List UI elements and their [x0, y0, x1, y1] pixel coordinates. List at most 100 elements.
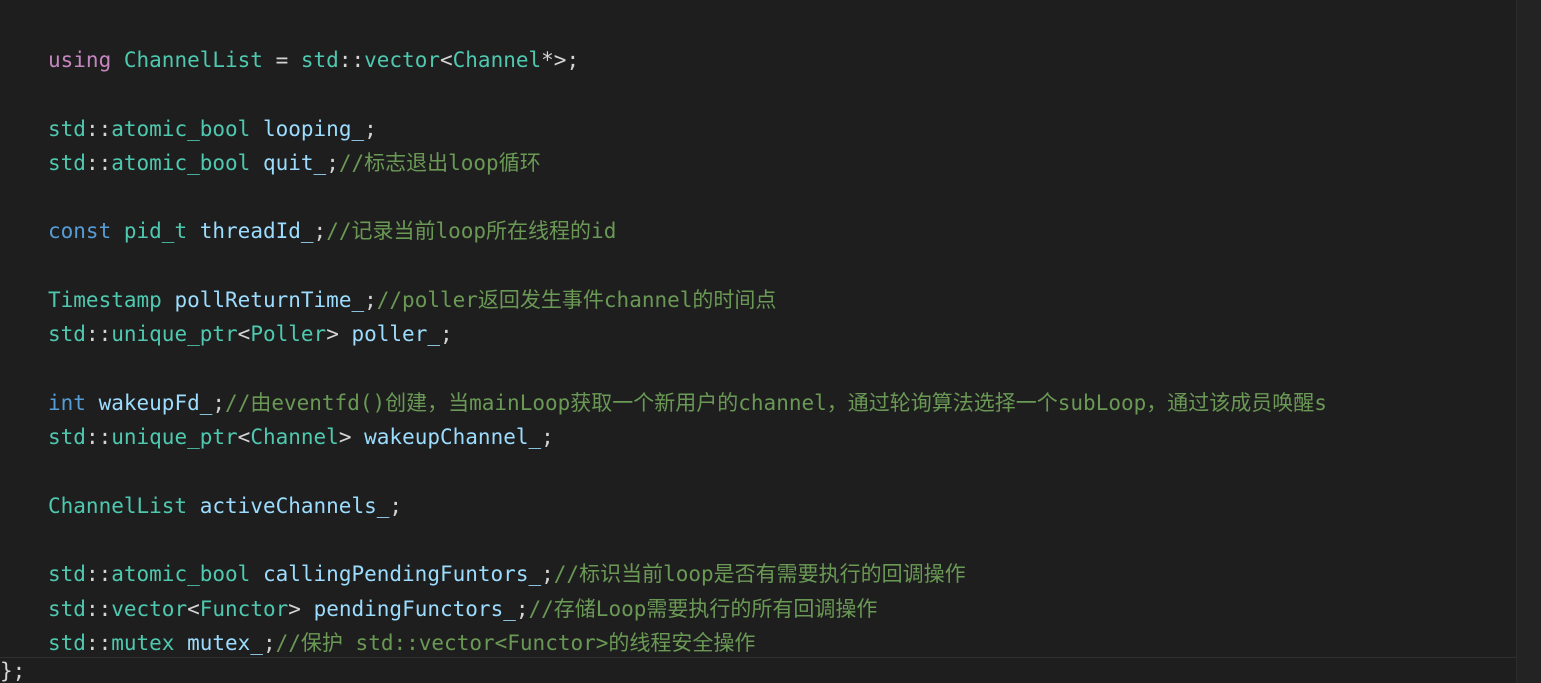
code-token: :: [85, 562, 112, 587]
code-line[interactable] [48, 77, 1517, 111]
code-token: std [48, 562, 86, 587]
current-line-highlight [0, 657, 1517, 658]
code-token: ; [326, 150, 339, 175]
code-token: ; [262, 631, 276, 656]
code-line[interactable] [48, 352, 1517, 386]
code-line[interactable]: const pid_t threadId_;//记录当前loop所在线程的id [48, 214, 1517, 248]
code-token: ; [313, 219, 327, 244]
code-line[interactable] [48, 249, 1517, 283]
code-line[interactable] [48, 180, 1517, 214]
code-token: quit_ [262, 150, 327, 175]
code-token: const [48, 219, 112, 244]
code-token: atomic_bool [111, 562, 251, 587]
code-token: *>; [541, 48, 580, 72]
code-token: std [48, 425, 86, 450]
comment-token: //poller返回发生事件channel的时间点 [376, 288, 777, 313]
code-token: ; [212, 390, 226, 415]
code-line[interactable]: std::atomic_bool quit_;//标志退出loop循环 [48, 146, 1517, 180]
code-token: pendingFunctors_ [313, 596, 516, 621]
comment-token: //标志退出loop循环 [338, 150, 541, 175]
code-token: < [439, 48, 453, 72]
code-token: poller_ [351, 322, 440, 347]
code-token: callingPendingFuntors_ [262, 562, 542, 587]
vertical-scrollbar[interactable] [1516, 0, 1541, 683]
code-token: Channel [452, 48, 542, 72]
code-token: ; [364, 288, 377, 313]
code-token: > [288, 596, 314, 621]
code-editor[interactable]: using ChannelList = std::vector<Channel*… [0, 0, 1541, 683]
code-token: > [326, 322, 352, 347]
code-token: unique_ptr [111, 425, 238, 450]
code-lines[interactable]: using ChannelList = std::vector<Channel*… [48, 43, 1517, 660]
code-line[interactable]: ChannelList activeChannels_; [48, 489, 1517, 523]
code-token: mutex [111, 631, 175, 656]
code-token: < [187, 596, 200, 621]
code-line[interactable]: std::mutex mutex_;//保护 std::vector<Funct… [48, 626, 1517, 660]
code-token: std [48, 631, 86, 656]
code-token: Channel [250, 425, 339, 450]
code-line[interactable]: std::atomic_bool callingPendingFuntors_;… [48, 557, 1517, 591]
code-token: unique_ptr [111, 322, 238, 347]
code-token: :: [85, 631, 112, 656]
code-token: vector [364, 48, 440, 72]
code-line[interactable]: Timestamp pollReturnTime_;//poller返回发生事件… [48, 283, 1517, 317]
code-token: ; [515, 596, 529, 621]
code-line[interactable]: std::unique_ptr<Channel> wakeupChannel_; [48, 420, 1517, 454]
code-line[interactable]: std::atomic_bool looping_; [48, 112, 1517, 146]
comment-token: //保护 std::vector<Functor>的线程安全操作 [275, 631, 756, 656]
code-token: < [237, 425, 251, 450]
code-token: ; [364, 116, 377, 141]
code-token: wakeupFd_ [98, 390, 213, 415]
code-token: atomic_bool [111, 116, 251, 141]
code-token: :: [85, 322, 112, 347]
code-line[interactable]: using ChannelList = std::vector<Channel*… [48, 43, 1517, 77]
code-token: int [48, 390, 86, 415]
code-token: pollReturnTime_ [174, 288, 365, 313]
code-token: mutex_ [187, 631, 263, 656]
code-token: vector [111, 596, 188, 621]
code-token: ; [541, 562, 554, 587]
code-token: looping_ [262, 116, 365, 141]
code-token: std [48, 322, 86, 347]
code-token: ChannelList [123, 48, 263, 72]
comment-token: //记录当前loop所在线程的id [326, 219, 617, 244]
code-token: ; [440, 322, 453, 347]
code-token: threadId_ [199, 219, 314, 244]
code-token: Timestamp [48, 288, 162, 313]
code-token: ; [541, 425, 554, 450]
code-token: std [48, 596, 86, 621]
code-token: pid_t [123, 219, 188, 244]
code-token: Functor [199, 596, 289, 621]
code-line[interactable]: std::unique_ptr<Poller> poller_; [48, 317, 1517, 351]
code-line[interactable] [48, 523, 1517, 557]
code-token: :: [338, 48, 365, 72]
code-token: :: [85, 596, 112, 621]
code-line[interactable]: std::vector<Functor> pendingFunctors_;//… [48, 592, 1517, 626]
closing-brace-line[interactable]: }; [0, 660, 25, 683]
code-token: wakeupChannel_ [364, 425, 542, 450]
code-token: = [262, 48, 301, 72]
code-token: > [338, 425, 365, 450]
comment-token: //存储Loop需要执行的所有回调操作 [528, 596, 878, 621]
code-token: Poller [250, 322, 327, 347]
code-token: std [48, 116, 86, 141]
code-token: atomic_bool [111, 150, 251, 175]
code-token: :: [85, 425, 112, 450]
code-line[interactable] [48, 455, 1517, 489]
code-token: ChannelList [48, 493, 188, 518]
code-token: < [237, 322, 251, 347]
code-token: activeChannels_ [199, 493, 390, 518]
code-line[interactable]: int wakeupFd_;//由eventfd()创建，当mainLoop获取… [48, 386, 1517, 420]
code-token: :: [85, 116, 112, 141]
code-token: :: [85, 150, 112, 175]
comment-token: //由eventfd()创建，当mainLoop获取一个新用户的channel，… [225, 390, 1327, 415]
code-token: ; [389, 493, 403, 518]
